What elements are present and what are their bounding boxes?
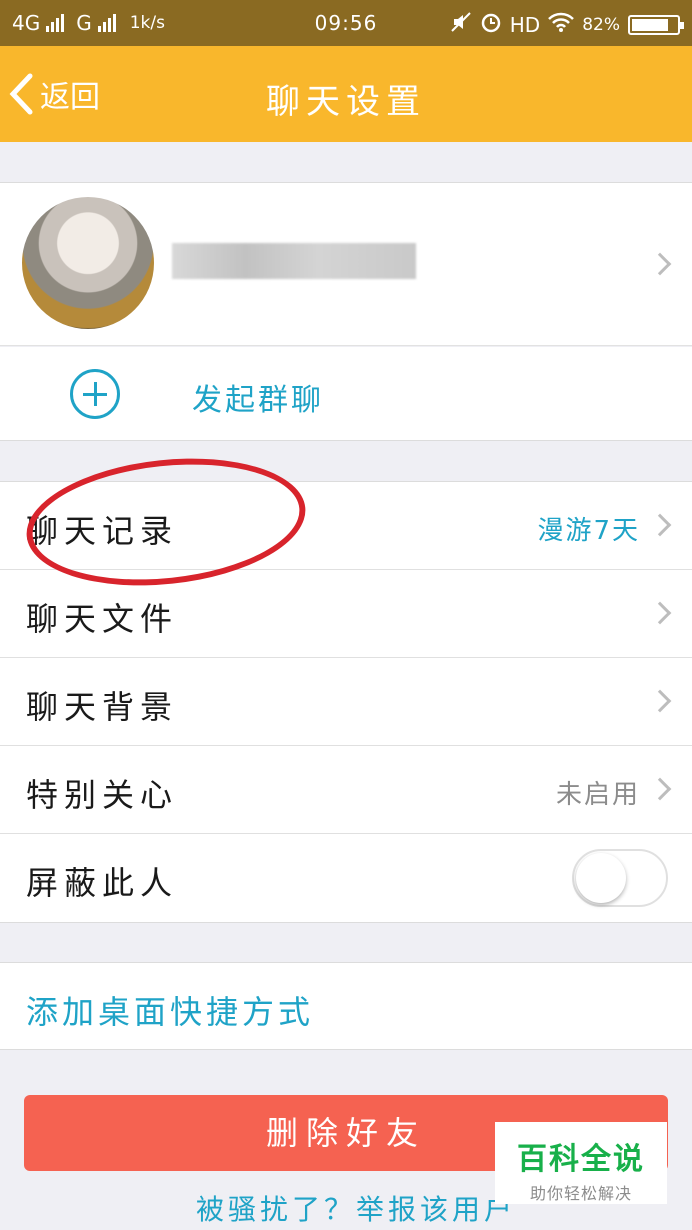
chevron-right-icon [648,601,672,625]
chevron-right-icon [648,513,672,537]
profile-row[interactable] [0,182,692,346]
block-user-row: 屏蔽此人 [0,834,692,922]
chevron-right-icon [648,689,672,713]
row-label: 聊天背景 [26,688,179,726]
report-user-link[interactable]: 被骚扰了？举报该用户 [196,1188,516,1228]
row-label: 屏蔽此人 [26,864,179,902]
page-title: 聊天设置 [266,82,426,122]
battery-fill [632,18,668,31]
hd-label: HD [509,12,541,37]
status-bar: 4G G 1k/s 09:56 HD 82% [0,0,692,46]
start-group-chat-label: 发起群聊 [192,383,324,418]
add-shortcut-row[interactable]: 添加桌面快捷方式 [0,962,692,1050]
battery-percent: 82% [582,14,620,35]
watermark-title: 百科全说 [517,1142,645,1177]
toggle-knob [576,853,626,903]
profile-name-redacted [172,243,416,279]
block-user-toggle[interactable] [572,849,668,907]
watermark-subtitle: 助你轻松解决 [529,1184,632,1203]
watermark-logo: 百科全说 助你轻松解决 [495,1122,667,1204]
battery-icon [628,14,684,35]
chat-files-row[interactable]: 聊天文件 [0,570,692,658]
chat-background-row[interactable]: 聊天背景 [0,658,692,746]
chevron-right-icon [648,252,672,276]
wifi-icon [548,12,575,37]
settings-list: 聊天记录 漫游7天 聊天文件 聊天背景 特别关心 未启用 屏蔽此人 [0,481,692,923]
row-value: 漫游7天 [537,516,640,546]
chevron-right-icon [648,777,672,801]
add-shortcut-label: 添加桌面快捷方式 [26,993,315,1031]
status-right: HD 82% [450,11,684,38]
start-group-chat-row[interactable]: 发起群聊 [0,347,692,441]
mute-icon [450,11,472,38]
row-label: 聊天文件 [26,600,179,638]
row-label: 聊天记录 [26,512,179,550]
alarm-icon [480,11,502,38]
row-value: 未启用 [555,780,640,810]
nav-bar: 返回 聊天设置 [0,46,692,142]
chat-history-row[interactable]: 聊天记录 漫游7天 [0,482,692,570]
avatar[interactable] [22,197,154,329]
row-label: 特别关心 [26,776,179,814]
special-care-row[interactable]: 特别关心 未启用 [0,746,692,834]
plus-icon [70,369,120,419]
